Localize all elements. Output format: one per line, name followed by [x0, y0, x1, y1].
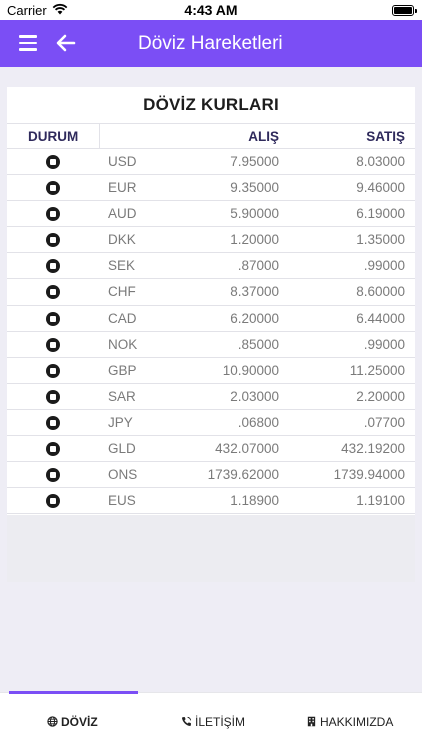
table-header: DURUM ALIŞ SATIŞ [7, 123, 415, 149]
sell-rate: 11.25000 [349, 362, 405, 378]
tab-label: DÖVİZ [61, 715, 98, 729]
table-row: GBP 10.90000 11.25000 [7, 358, 415, 384]
table-row: DKK 1.20000 1.35000 [7, 227, 415, 254]
currency-code: ONS [108, 467, 138, 483]
currency-code: JPY [108, 414, 133, 430]
status-icon [46, 285, 60, 300]
sell-rate: 9.46000 [356, 180, 405, 196]
sell-rate: 6.44000 [356, 310, 405, 326]
table-body: USD 7.95000 8.03000 EUR 9.35000 9.46000 AUD 5… [7, 149, 415, 515]
status-icon [46, 494, 60, 509]
phone-icon [182, 716, 192, 726]
status-icon [46, 259, 60, 274]
table-row: CHF 8.37000 8.60000 [7, 279, 415, 306]
table-row: ONS 1739.62000 1739.94000 [7, 462, 415, 489]
tab-iletisim[interactable]: İLETİŞİM [181, 715, 245, 729]
buy-rate: 7.95000 [230, 154, 279, 169]
status-icon [46, 155, 60, 169]
active-tab-indicator [9, 691, 138, 694]
currency-code: EUS [108, 493, 136, 509]
buy-rate: .87000 [237, 258, 279, 274]
sell-rate: 2.20000 [356, 388, 405, 404]
header-divider [99, 124, 100, 149]
buy-rate: 10.90000 [222, 362, 279, 378]
currency-code: SAR [108, 388, 136, 404]
status-icon [46, 207, 60, 222]
buy-rate: 6.20000 [230, 310, 279, 326]
buy-rate: 1.20000 [230, 232, 279, 248]
buy-rate: 1.18900 [230, 493, 279, 509]
page-title: Döviz Hareketleri [138, 33, 283, 54]
currency-code: CAD [108, 310, 137, 326]
sell-rate: 6.19000 [356, 206, 405, 222]
exchange-rates-card: DÖVİZ KURLARI DURUM ALIŞ SATIŞ USD 7.9500… [7, 87, 415, 582]
back-arrow-icon[interactable] [55, 32, 77, 54]
tab-doviz[interactable]: DÖVİZ [47, 715, 98, 729]
clock: 4:43 AM [184, 2, 238, 18]
currency-code: DKK [108, 232, 136, 248]
table-row: EUR 9.35000 9.46000 [7, 175, 415, 202]
sell-rate: 1739.94000 [333, 467, 405, 483]
table-row: NOK .85000 .99000 [7, 332, 415, 358]
status-icon [46, 233, 60, 248]
status-icon [46, 363, 60, 378]
buy-rate: .06800 [237, 414, 279, 430]
building-icon [307, 716, 316, 727]
currency-code: CHF [108, 284, 136, 300]
menu-icon[interactable] [19, 35, 37, 51]
sell-rate: 1.19100 [356, 493, 405, 509]
status-icon [46, 181, 60, 196]
buy-rate: 2.03000 [230, 388, 279, 404]
exchange-rates-table: DÖVİZ KURLARI DURUM ALIŞ SATIŞ USD 7.9500… [7, 87, 415, 515]
table-row: GLD 432.07000 432.19200 [7, 436, 415, 463]
table-row: USD 7.95000 8.03000 [7, 149, 415, 176]
tab-label: HAKKIMIZDA [320, 715, 394, 729]
table-row: SEK .87000 .99000 [7, 253, 415, 280]
table-row: SAR 2.03000 2.20000 [7, 384, 415, 410]
sell-rate: 432.19200 [341, 441, 405, 457]
buy-rate: 432.07000 [215, 441, 279, 457]
status-icon [46, 337, 60, 352]
sell-rate: 1.35000 [356, 232, 405, 248]
currency-code: GLD [108, 441, 136, 457]
status-icon [46, 389, 60, 404]
sell-rate: .99000 [363, 258, 405, 274]
buy-rate: 9.35000 [230, 180, 279, 196]
currency-code: EUR [108, 180, 137, 196]
buy-rate: .85000 [237, 336, 279, 352]
currency-code: USD [108, 154, 137, 169]
buy-rate: 5.90000 [230, 206, 279, 222]
table-row: CAD 6.20000 6.44000 [7, 306, 415, 332]
sell-rate: .07700 [363, 414, 405, 430]
buy-rate: 8.37000 [230, 284, 279, 300]
battery-icon [392, 5, 417, 16]
currency-code: SEK [108, 258, 136, 274]
table-row: EUS 1.18900 1.19100 [7, 488, 415, 515]
sell-rate: .99000 [363, 336, 405, 352]
table-row: JPY .06800 .07700 [7, 410, 415, 437]
tab-hakkimizda[interactable]: HAKKIMIZDA [306, 715, 393, 729]
status-icon [46, 415, 60, 430]
globe-icon [47, 716, 58, 727]
column-header-alis: ALIŞ [248, 129, 279, 144]
tab-label: İLETİŞİM [195, 715, 246, 729]
table-title: DÖVİZ KURLARI [143, 95, 279, 114]
sell-rate: 8.60000 [356, 284, 405, 300]
sell-rate: 8.03000 [356, 154, 405, 169]
status-icon [46, 442, 60, 457]
status-bar: Carrier 4:43 AM [0, 0, 422, 20]
status-icon [46, 311, 60, 326]
app-bar: Döviz Hareketleri [0, 20, 422, 67]
table-row: AUD 5.90000 6.19000 [7, 201, 415, 228]
buy-rate: 1739.62000 [207, 467, 279, 483]
currency-code: NOK [108, 336, 138, 352]
currency-code: AUD [108, 206, 137, 222]
bottom-nav: DÖVİZ İLETİŞİM HAKKIMIZDA [0, 691, 422, 750]
status-icon [46, 468, 60, 483]
column-header-durum: DURUM [28, 129, 79, 144]
currency-code: GBP [108, 362, 137, 378]
column-header-satis: SATIŞ [366, 129, 405, 144]
